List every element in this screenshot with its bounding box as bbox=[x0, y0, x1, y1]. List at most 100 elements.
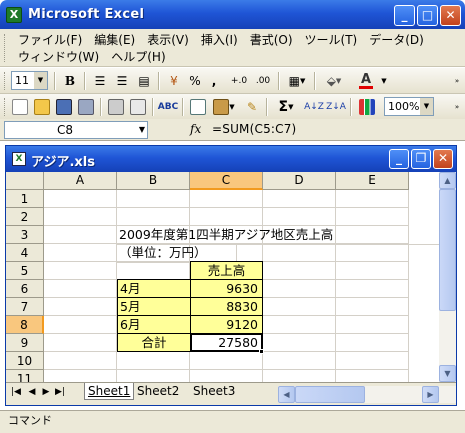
grid-cell[interactable] bbox=[263, 352, 336, 370]
last-sheet-icon[interactable]: ▶| bbox=[54, 387, 66, 397]
scroll-left-icon[interactable]: ◀ bbox=[278, 386, 295, 403]
workbook-close-button[interactable]: ✕ bbox=[433, 149, 453, 169]
grid-cell[interactable] bbox=[263, 262, 336, 280]
grid-cell[interactable] bbox=[263, 244, 336, 262]
grid-cell[interactable] bbox=[117, 370, 190, 382]
grid-cell[interactable] bbox=[117, 208, 190, 226]
grid-cell[interactable] bbox=[336, 352, 409, 370]
grid-cell[interactable] bbox=[117, 262, 190, 280]
grid-cell[interactable] bbox=[336, 298, 409, 316]
cell-c4[interactable]: 売上高 bbox=[190, 261, 263, 280]
menu-item[interactable]: データ(D) bbox=[363, 31, 430, 49]
toolbar-grip[interactable] bbox=[4, 72, 7, 90]
chevron-down-icon[interactable]: ▼ bbox=[420, 98, 433, 115]
row-header-5[interactable]: 5 bbox=[6, 262, 44, 280]
menubar-grip[interactable] bbox=[4, 34, 7, 62]
format-painter-icon[interactable]: ✎ bbox=[242, 98, 262, 116]
grid-cell[interactable] bbox=[44, 298, 117, 316]
chevron-down-icon[interactable]: ▼ bbox=[380, 72, 388, 90]
next-sheet-icon[interactable]: ▶ bbox=[40, 387, 52, 397]
insert-function-icon[interactable]: fx bbox=[190, 122, 201, 136]
align-center-icon[interactable]: ☰ bbox=[112, 72, 132, 90]
grid-cell[interactable] bbox=[44, 352, 117, 370]
scroll-down-icon[interactable]: ▼ bbox=[439, 365, 456, 382]
cell-b7[interactable]: 6月 bbox=[117, 315, 191, 334]
grid-cell[interactable] bbox=[44, 334, 117, 352]
grid-cell[interactable] bbox=[190, 352, 263, 370]
vertical-scroll-thumb[interactable] bbox=[439, 189, 456, 311]
prev-sheet-icon[interactable]: ◀ bbox=[26, 387, 38, 397]
cell-c6[interactable]: 8830 bbox=[190, 297, 263, 316]
toolbar-options-icon[interactable]: » bbox=[452, 98, 462, 116]
zoom-select[interactable]: 100% ▼ bbox=[384, 97, 434, 116]
row-header-3[interactable]: 3 bbox=[6, 226, 44, 244]
grid-cell[interactable] bbox=[336, 208, 409, 226]
menu-item[interactable]: ツール(T) bbox=[299, 31, 364, 49]
scroll-up-icon[interactable]: ▲ bbox=[439, 172, 456, 189]
cell-c8[interactable]: 27580 bbox=[190, 333, 263, 352]
align-left-icon[interactable]: ☰ bbox=[90, 72, 110, 90]
print-icon[interactable] bbox=[106, 98, 126, 116]
horizontal-scrollbar[interactable]: ◀ ▶ bbox=[278, 386, 456, 403]
cell-b2[interactable]: 2009年度第1四半期アジア地区売上高 bbox=[117, 226, 439, 245]
grid-cell[interactable] bbox=[190, 190, 263, 208]
grid-cell[interactable] bbox=[44, 280, 117, 298]
copy-icon[interactable] bbox=[188, 98, 208, 116]
row-header-11[interactable]: 11 bbox=[6, 370, 44, 382]
sort-descending-icon[interactable]: Z↓A bbox=[326, 98, 346, 116]
menu-item[interactable]: ファイル(F) bbox=[12, 31, 88, 49]
grid-cell[interactable] bbox=[117, 190, 190, 208]
sheet-tab-sheet1[interactable]: Sheet1 bbox=[84, 383, 135, 400]
row-header-4[interactable]: 4 bbox=[6, 244, 44, 262]
grid-cell[interactable] bbox=[44, 370, 117, 382]
grid-cell[interactable] bbox=[190, 208, 263, 226]
column-header-d[interactable]: D bbox=[263, 172, 336, 190]
grid-cell[interactable] bbox=[336, 244, 409, 262]
toolbar-options-icon[interactable]: » bbox=[452, 72, 462, 90]
increase-decimal-button[interactable]: +.0 bbox=[228, 72, 250, 90]
menu-item[interactable]: ヘルプ(H) bbox=[105, 48, 171, 66]
select-all-corner[interactable] bbox=[6, 172, 44, 190]
cell-b8[interactable]: 合計 bbox=[117, 333, 191, 352]
grid-cell[interactable] bbox=[44, 208, 117, 226]
save-icon[interactable] bbox=[54, 98, 74, 116]
sort-ascending-icon[interactable]: A↓Z bbox=[304, 98, 324, 116]
chart-wizard-icon[interactable] bbox=[356, 98, 378, 116]
grid-cell[interactable] bbox=[336, 280, 409, 298]
grid-cell[interactable] bbox=[336, 262, 409, 280]
grid-cell[interactable] bbox=[44, 316, 117, 334]
menu-item[interactable]: 挿入(I) bbox=[195, 31, 244, 49]
column-header-b[interactable]: B bbox=[117, 172, 190, 190]
new-file-icon[interactable] bbox=[10, 98, 30, 116]
grid-cell[interactable] bbox=[263, 316, 336, 334]
paste-icon[interactable]: ▼ bbox=[210, 98, 238, 116]
permission-icon[interactable] bbox=[76, 98, 96, 116]
menu-item[interactable]: 書式(O) bbox=[244, 31, 299, 49]
workbook-restore-button[interactable]: ❐ bbox=[411, 149, 431, 169]
grid-cell[interactable] bbox=[44, 262, 117, 280]
spelling-icon[interactable]: ABC bbox=[158, 98, 178, 116]
grid-cell[interactable] bbox=[336, 190, 409, 208]
minimize-button[interactable]: _ bbox=[394, 5, 415, 26]
horizontal-scroll-thumb[interactable] bbox=[295, 386, 365, 403]
grid-cell[interactable] bbox=[44, 190, 117, 208]
menu-item[interactable]: 表示(V) bbox=[141, 31, 195, 49]
chevron-down-icon[interactable]: ▼ bbox=[139, 122, 145, 138]
bold-button[interactable]: B bbox=[60, 72, 80, 90]
vertical-scrollbar[interactable]: ▲ ▼ bbox=[439, 172, 456, 382]
cell-c7[interactable]: 9120 bbox=[190, 315, 263, 334]
name-box[interactable]: C8 ▼ bbox=[4, 121, 148, 139]
percent-button[interactable]: % bbox=[186, 72, 204, 90]
sheet-tab-sheet3[interactable]: Sheet3 bbox=[190, 383, 238, 400]
sheet-tab-sheet2[interactable]: Sheet2 bbox=[134, 383, 182, 400]
fill-color-icon[interactable]: ⬙ ▼ bbox=[320, 72, 348, 90]
grid-cell[interactable] bbox=[263, 280, 336, 298]
grid-cell[interactable] bbox=[336, 370, 409, 382]
row-header-9[interactable]: 9 bbox=[6, 334, 44, 352]
menu-item[interactable]: ウィンドウ(W) bbox=[12, 48, 105, 66]
maximize-button[interactable]: □ bbox=[417, 5, 438, 26]
cell-b6[interactable]: 5月 bbox=[117, 297, 191, 316]
close-button[interactable]: ✕ bbox=[440, 5, 461, 26]
formula-input[interactable]: =SUM(C5:C7) bbox=[212, 122, 296, 136]
grid-cell[interactable] bbox=[263, 298, 336, 316]
